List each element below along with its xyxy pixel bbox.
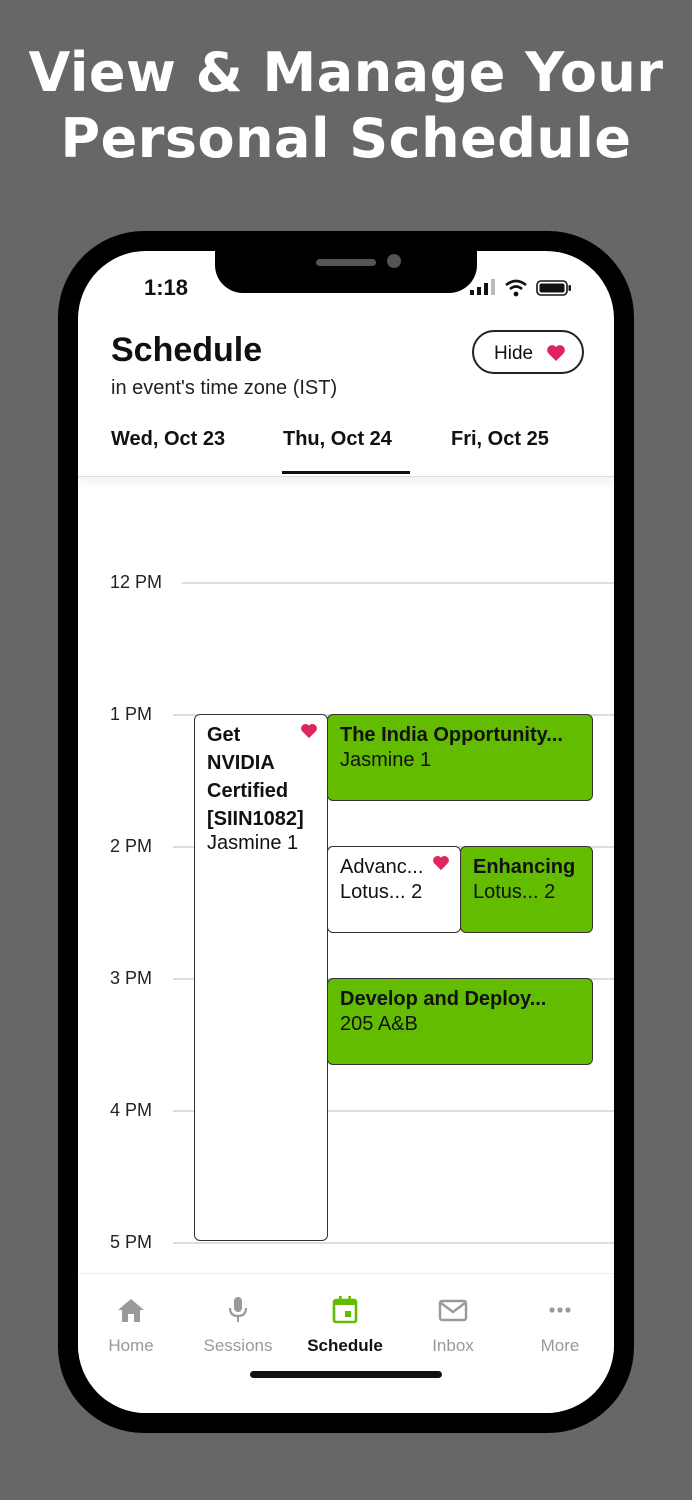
nav-schedule-label: Schedule	[307, 1336, 383, 1355]
heart-icon	[547, 345, 565, 361]
speaker	[316, 259, 376, 266]
event-title: Enhancing	[473, 856, 576, 878]
favorite-heart-icon[interactable]	[432, 855, 450, 871]
nav-sessions[interactable]: Sessions	[188, 1296, 288, 1356]
event-title-line: Get	[207, 724, 241, 746]
hour-line	[182, 582, 614, 584]
event-title-line: NVIDIA	[207, 752, 275, 774]
time-label-3pm: 3 PM	[110, 968, 153, 988]
time-label-4pm: 4 PM	[110, 1100, 153, 1120]
tab-wed-oct-23[interactable]: Wed, Oct 23	[111, 428, 225, 451]
schedule-grid[interactable]: 12 PM 1 PM 2 PM 3 PM 4 PM 5 PM Get NVIDI…	[78, 477, 614, 1273]
notch	[215, 251, 477, 293]
nav-more[interactable]: More	[510, 1296, 610, 1356]
time-label-2pm: 2 PM	[110, 836, 153, 856]
event-location: Jasmine 1	[340, 749, 432, 771]
timezone-subtitle: in event's time zone (IST)	[111, 377, 338, 399]
nav-sessions-label: Sessions	[203, 1336, 273, 1355]
headline-line-2: Personal Schedule	[60, 107, 632, 170]
time-label-1pm: 1 PM	[110, 704, 153, 724]
home-indicator[interactable]	[250, 1371, 442, 1378]
event-title-line: Certified	[207, 780, 289, 802]
page-title: Schedule	[111, 331, 263, 369]
event-title-line: [SIIN1082]	[207, 808, 304, 830]
microphone-icon	[228, 1297, 248, 1322]
hour-line	[173, 1242, 614, 1244]
event-location: Jasmine 1	[207, 832, 299, 854]
headline: View & Manage Your Personal Schedule	[0, 40, 692, 172]
event-location: 205 A&B	[340, 1013, 418, 1035]
event-location: Lotus... 2	[340, 881, 423, 903]
time-label-12pm: 12 PM	[110, 572, 163, 592]
more-icon	[549, 1307, 571, 1313]
tab-thu-oct-24[interactable]: Thu, Oct 24	[283, 428, 392, 451]
hide-button-label: Hide	[494, 343, 534, 364]
nav-inbox[interactable]: Inbox	[403, 1296, 503, 1356]
event-title: The India Opportunity...	[340, 724, 563, 746]
day-tabs: Wed, Oct 23 Thu, Oct 24 Fri, Oct 25	[78, 416, 614, 477]
status-time: 1:18	[144, 275, 189, 300]
event-title: Advanc...	[340, 856, 424, 878]
event-title: Get NVIDIA Certified [SIIN1082]	[207, 721, 304, 833]
nav-home-label: Home	[108, 1336, 154, 1355]
favorite-heart-icon[interactable]	[300, 723, 318, 739]
home-icon	[118, 1299, 144, 1322]
calendar-icon	[332, 1296, 358, 1324]
phone-screen: 1:18 Schedule in event's time zone (IST)	[78, 251, 614, 1413]
event-card-develop-and-deploy[interactable]: Develop and Deploy... 205 A&B	[327, 978, 593, 1065]
nav-inbox-label: Inbox	[432, 1336, 474, 1355]
event-card-india-opportunity[interactable]: The India Opportunity... Jasmine 1	[327, 714, 593, 801]
nav-home[interactable]: Home	[81, 1296, 181, 1356]
selected-tab-indicator	[282, 471, 410, 474]
bottom-nav: Home Sessions Schedule Inbox More	[78, 1273, 614, 1413]
nav-more-label: More	[540, 1336, 580, 1355]
event-card-advanc[interactable]: Advanc... Lotus... 2	[327, 846, 461, 933]
time-label-5pm: 5 PM	[110, 1232, 153, 1252]
event-location: Lotus... 2	[473, 881, 556, 903]
battery-icon	[536, 280, 571, 296]
phone-frame: 1:18 Schedule in event's time zone (IST)	[58, 231, 634, 1433]
nav-schedule[interactable]: Schedule	[295, 1296, 395, 1356]
event-card-enhancing[interactable]: Enhancing Lotus... 2	[460, 846, 593, 933]
headline-line-1: View & Manage Your	[28, 41, 664, 104]
mail-icon	[438, 1299, 468, 1322]
tab-fri-oct-25[interactable]: Fri, Oct 25	[451, 428, 549, 451]
wifi-icon	[505, 279, 527, 297]
event-card-nvidia-certified[interactable]: Get NVIDIA Certified [SIIN1082] Jasmine …	[194, 714, 328, 1241]
camera	[387, 254, 401, 268]
event-title: Develop and Deploy...	[340, 988, 547, 1010]
signal-icon	[470, 279, 495, 295]
hide-favorites-button[interactable]: Hide	[472, 330, 584, 374]
status-icons	[470, 279, 580, 299]
